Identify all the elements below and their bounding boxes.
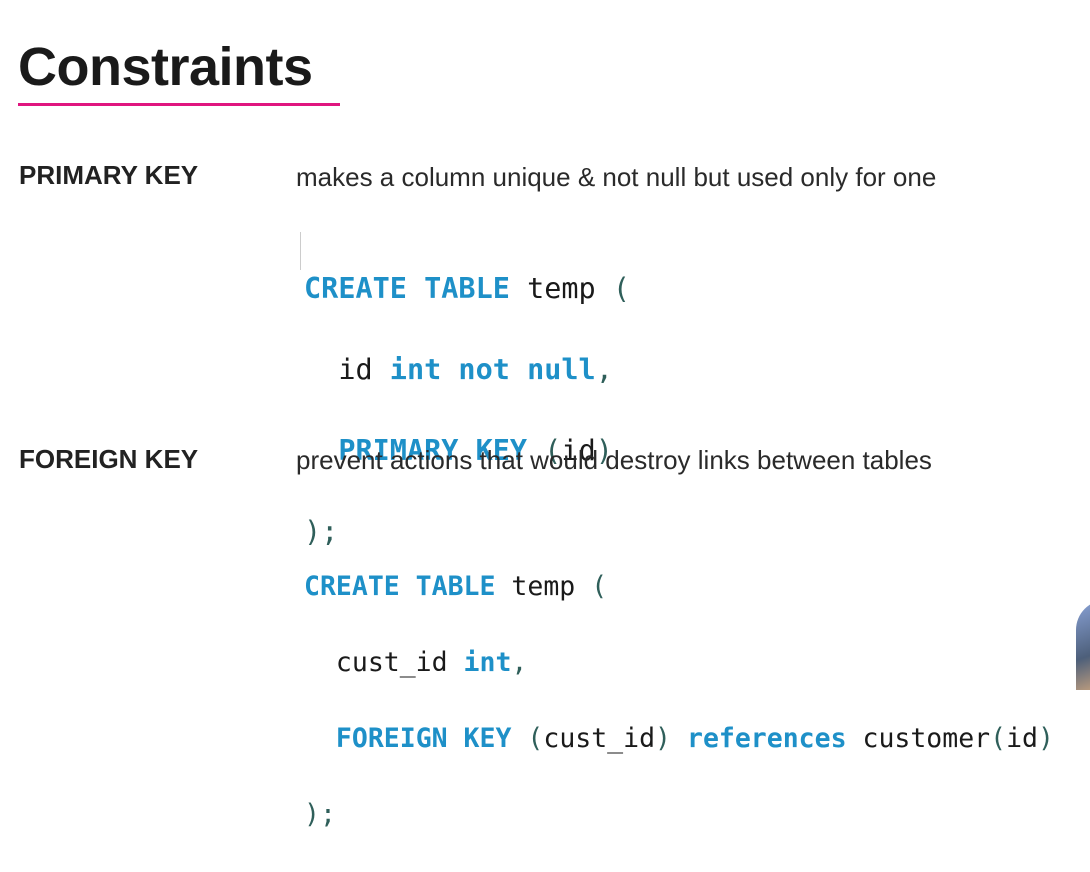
title-underline	[18, 103, 340, 106]
code-token: (	[612, 271, 631, 305]
code-token: references	[686, 723, 847, 754]
code-token: cust_id	[304, 647, 464, 678]
code-token: int	[463, 647, 512, 678]
code-line: id int not null,	[304, 350, 630, 391]
code-token: id	[304, 352, 390, 386]
presenter-video-thumbnail	[1076, 600, 1090, 690]
code-token: ,	[595, 352, 613, 386]
code-token: (	[527, 723, 544, 754]
foreign-key-code: CREATE TABLE temp ( cust_id int, FOREIGN…	[304, 530, 1054, 872]
code-line: CREATE TABLE temp (	[304, 568, 1054, 606]
code-token: CREATE TABLE	[304, 571, 496, 602]
code-token: cust_id	[543, 723, 656, 754]
foreign-key-label: FOREIGN KEY	[19, 444, 199, 474]
code-token: ,	[511, 647, 528, 678]
primary-key-label: PRIMARY KEY	[19, 160, 199, 190]
code-token: customer	[846, 723, 991, 754]
code-token: (	[990, 723, 1007, 754]
code-token: CREATE TABLE	[304, 271, 510, 305]
code-line: );	[304, 796, 1054, 834]
slide-title: Constraints	[18, 37, 313, 97]
code-token: )	[1038, 723, 1054, 754]
code-token: temp	[495, 571, 592, 602]
code-token: FOREIGN KEY	[335, 723, 512, 754]
code-line: cust_id int,	[304, 644, 1054, 682]
primary-key-description: makes a column unique & not null but use…	[296, 162, 937, 192]
foreign-key-description: prevent actions that would destroy links…	[296, 445, 932, 475]
code-token: int not null	[389, 352, 596, 386]
code-token: (	[591, 571, 608, 602]
code-token: temp	[509, 271, 613, 305]
code-token: );	[304, 799, 336, 830]
code-token: )	[655, 723, 672, 754]
text-cursor	[300, 232, 301, 270]
code-line: CREATE TABLE temp (	[304, 269, 630, 310]
code-line: FOREIGN KEY (cust_id) references custome…	[304, 720, 1054, 758]
code-token: id	[1006, 723, 1039, 754]
